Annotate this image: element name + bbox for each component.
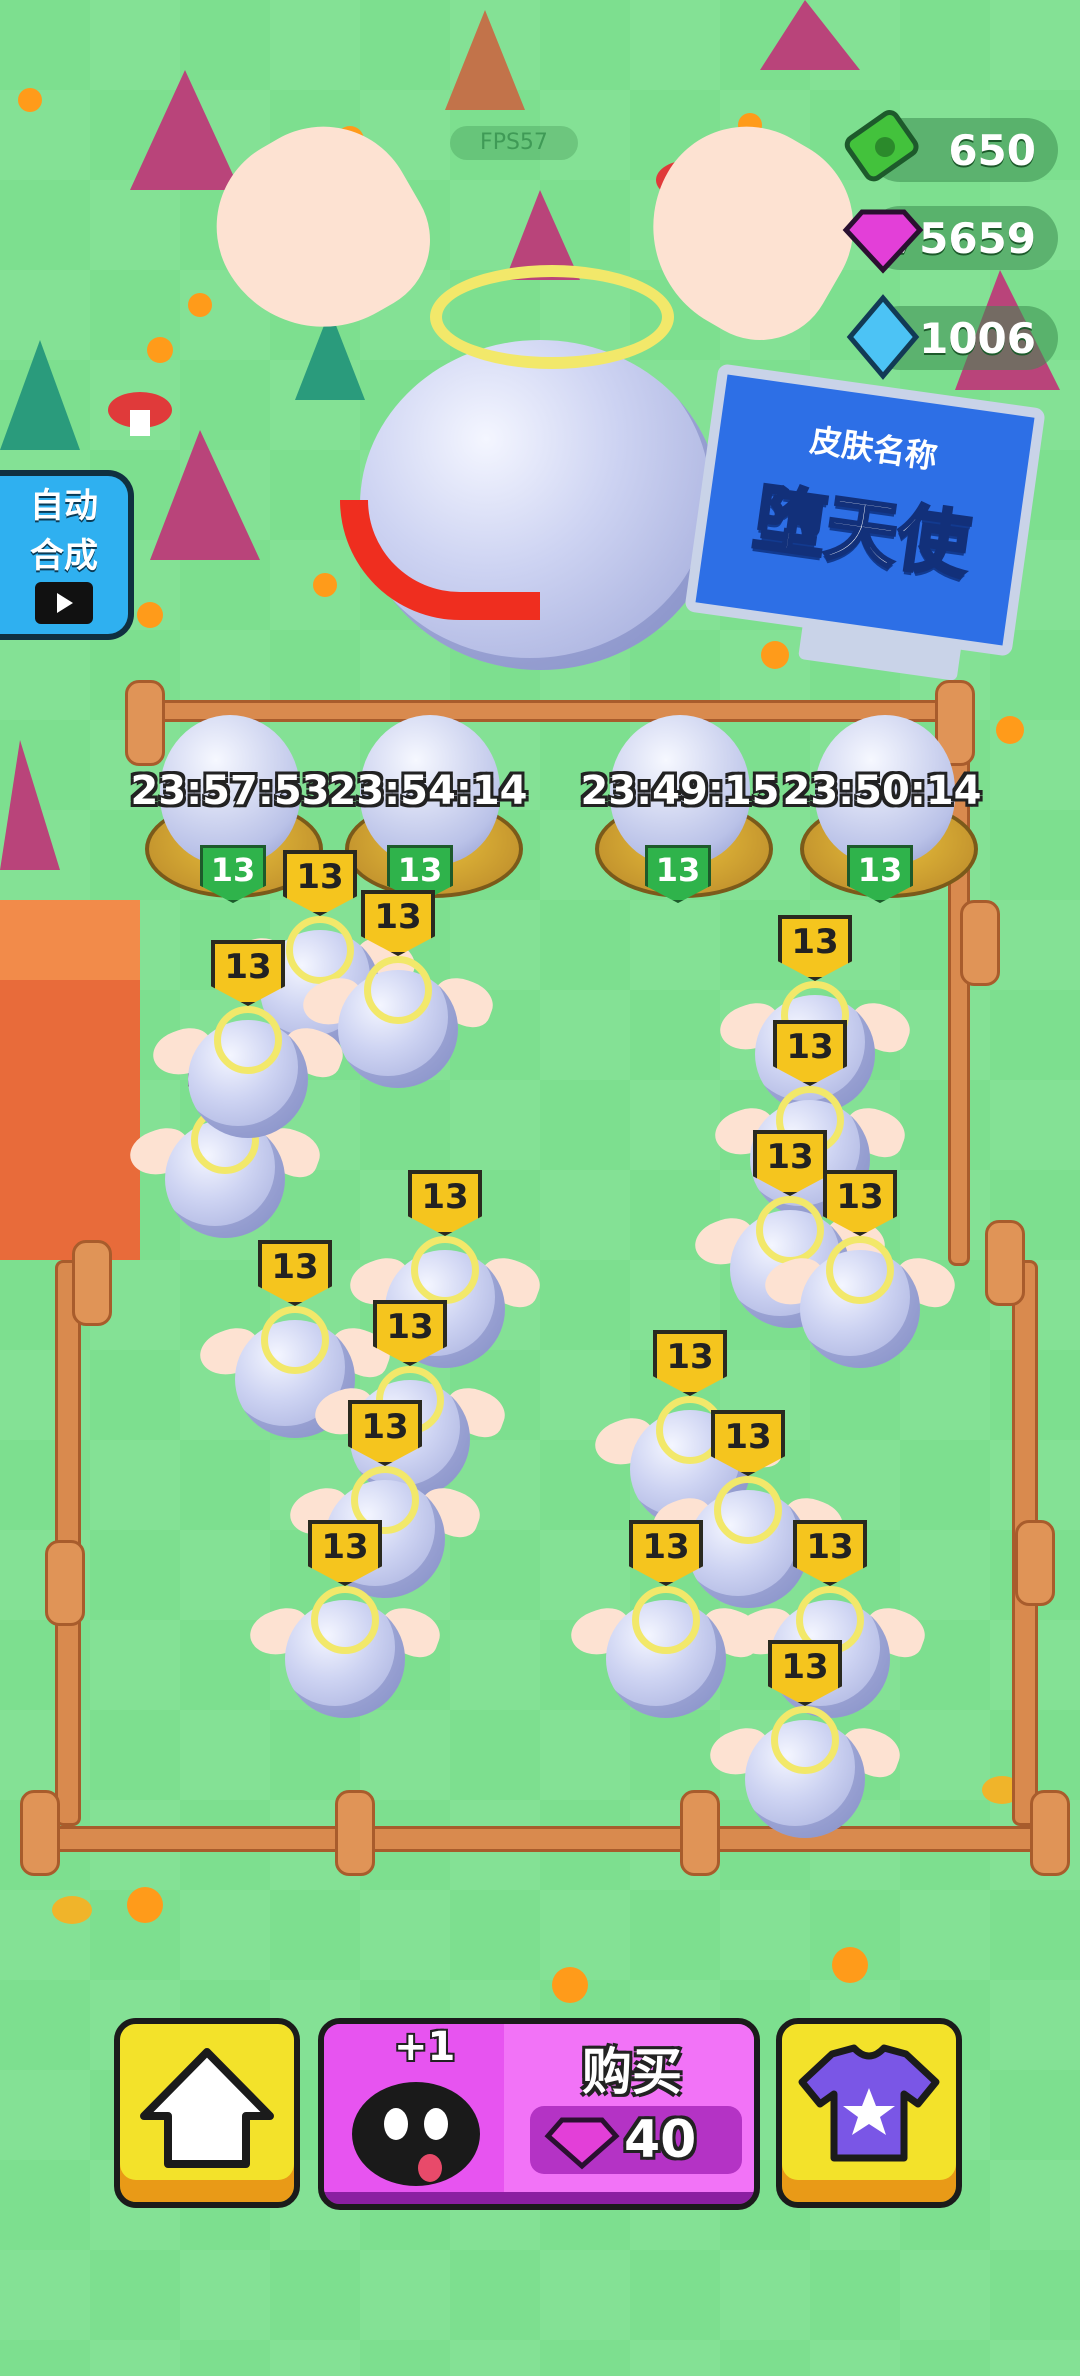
unit-halo [756, 1196, 824, 1264]
unit-halo [826, 1236, 894, 1304]
fence-post [125, 680, 165, 766]
green-cash-icon [840, 102, 930, 192]
unit-halo [311, 1586, 379, 1654]
unit-halo [632, 1586, 700, 1654]
fence-post [20, 1790, 60, 1876]
egg-timer: 23:50:14 [782, 768, 982, 814]
unit-halo [364, 956, 432, 1024]
buy-label: 购买 [582, 2043, 682, 2101]
auto-merge-button[interactable]: 自动 合成 [0, 470, 134, 640]
egg-timer: 23:54:14 [328, 768, 528, 814]
skin-name-sign: 皮肤名称 堕天使 [684, 363, 1046, 657]
buy-unit-button[interactable]: +1 购买 40 [318, 2018, 760, 2210]
unit-halo [771, 1706, 839, 1774]
fence-rail [140, 700, 966, 722]
fence-post [960, 900, 1000, 986]
shirt-star-icon [798, 2044, 940, 2162]
fence-post [680, 1790, 720, 1876]
boss-halo [430, 265, 674, 369]
unit-halo [261, 1306, 329, 1374]
unit-halo [411, 1236, 479, 1304]
home-button[interactable] [114, 2018, 300, 2208]
unit-halo [286, 916, 354, 984]
auto-merge-label-2: 合成 [30, 536, 98, 576]
unit-halo [714, 1476, 782, 1544]
egg-timer: 23:49:15 [580, 768, 780, 814]
fence-post [1030, 1790, 1070, 1876]
auto-merge-label-1: 自动 [30, 486, 98, 526]
fence-rail [40, 1826, 1046, 1852]
buy-price: 40 [624, 2110, 697, 2170]
fence-post [72, 1240, 112, 1326]
egg-timer: 23:57:53 [130, 768, 330, 814]
fps-counter: FPS57 [450, 126, 578, 160]
pink-gem-icon [838, 194, 928, 284]
fence-post [985, 1220, 1025, 1306]
home-icon [140, 2048, 274, 2168]
fence-post [1015, 1520, 1055, 1606]
black-blob-icon [352, 2082, 480, 2186]
pink-gem-icon [544, 2117, 620, 2170]
fence-post [335, 1790, 375, 1876]
buy-bonus-label: +1 [394, 2024, 456, 2070]
unit-halo [214, 1006, 282, 1074]
skins-button[interactable] [776, 2018, 962, 2208]
blue-crystal-icon [838, 292, 928, 382]
fence-post [45, 1540, 85, 1626]
video-play-icon [35, 582, 93, 624]
